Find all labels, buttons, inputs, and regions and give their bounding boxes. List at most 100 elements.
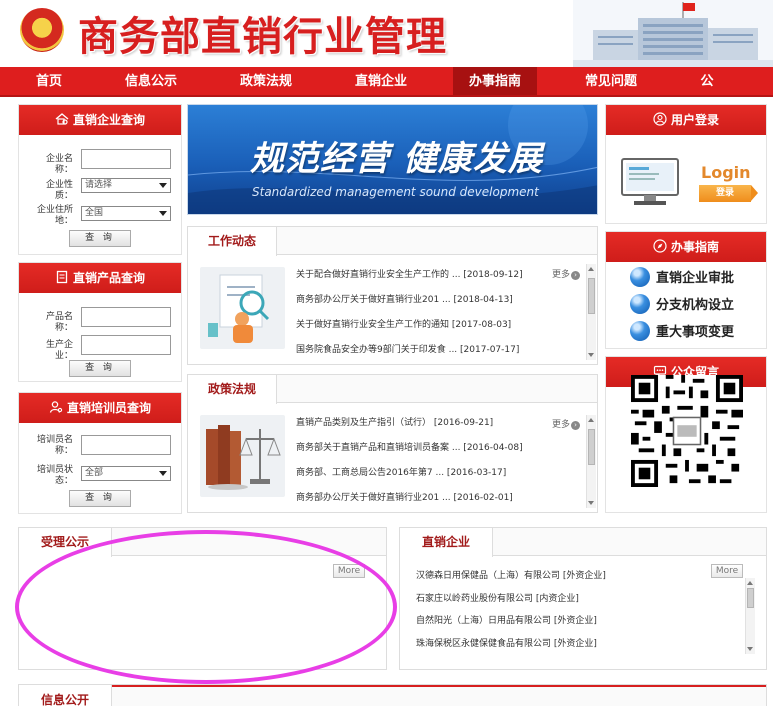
- guide-header: 办事指南: [606, 232, 766, 262]
- companies-list: 汉德森日用保健品（上海）有限公司 [外资企业] 石家庄以岭药业股份有限公司 [内…: [416, 565, 726, 655]
- trainer-name-label: 培训员名称：: [36, 435, 73, 456]
- guide-item-approval[interactable]: 直销企业审批: [630, 267, 734, 289]
- nav-item-policy[interactable]: 政策法规: [227, 67, 305, 95]
- nav-item-more[interactable]: 公: [690, 67, 724, 95]
- tab-work-news[interactable]: 工作动态: [188, 227, 278, 256]
- compass-icon: [653, 239, 667, 253]
- companies-scrollbar[interactable]: [745, 578, 755, 654]
- enterprise-type-label: 企业性质：: [45, 180, 73, 201]
- list-item[interactable]: 汉德森日用保健品（上海）有限公司 [外资企业]: [416, 565, 726, 588]
- globe-icon: [630, 294, 650, 314]
- work-news-list: 关于配合做好直销行业安全生产工作的 ... [2018-09-12] 商务部办公…: [296, 263, 576, 363]
- nav-item-info[interactable]: 信息公示: [112, 67, 190, 95]
- trainer-query-button[interactable]: 查 询: [69, 490, 131, 507]
- tab-acceptance[interactable]: 受理公示: [19, 528, 113, 557]
- nav-item-home[interactable]: 首页: [18, 67, 80, 95]
- user-login-header: 用户登录: [606, 105, 766, 135]
- trainer-query-header: 直销培训员查询: [19, 393, 181, 423]
- user-login-panel: 用户登录 Login 登录: [605, 104, 767, 224]
- list-item[interactable]: 关于做好直销行业安全生产工作的通知 [2017-08-03]: [296, 313, 576, 338]
- enterprise-type-select[interactable]: 请选择: [81, 178, 171, 193]
- list-item[interactable]: 商务部、工商总局公告2016年第7 ... [2016-03-17]: [296, 461, 576, 486]
- site-header: 商务部直销行业管理: [0, 0, 773, 67]
- list-item[interactable]: 珠海保税区永健保健食品有限公司 [外资企业]: [416, 633, 726, 656]
- enterprise-name-label: 企业名称：: [45, 154, 73, 175]
- guide-item-changes[interactable]: 重大事项变更: [630, 321, 734, 343]
- policy-news-list: 直销产品类别及生产指引（试行） [2016-09-21] 商务部关于直销产品和直…: [296, 411, 576, 511]
- main-nav: 首页 信息公示 政策法规 直销企业 办事指南 常见问题 公: [0, 67, 773, 97]
- nav-item-guide[interactable]: 办事指南: [453, 67, 537, 95]
- globe-icon: [630, 321, 650, 341]
- product-query-button[interactable]: 查 询: [69, 360, 131, 377]
- guide-panel: 办事指南 直销企业审批 分支机构设立 重大事项变更: [605, 231, 767, 349]
- companies-panel: 直销企业 More 汉德森日用保健品（上海）有限公司 [外资企业] 石家庄以岭药…: [399, 527, 767, 670]
- enterprise-location-value: 全国: [85, 208, 104, 218]
- trainer-status-value: 全部: [85, 468, 104, 478]
- enterprise-query-title: 直销企业查询: [72, 113, 145, 127]
- enterprise-query-panel: 直销企业查询 企业名称： 企业性质： 请选择 企业住所地： 全国 查 询: [18, 104, 182, 255]
- producer-label: 生产企业：: [45, 340, 73, 361]
- nav-item-faq[interactable]: 常见问题: [572, 67, 650, 95]
- document-icon: [56, 270, 68, 284]
- work-news-thumbnail: [200, 267, 285, 349]
- guide-item-label: 重大事项变更: [656, 325, 735, 340]
- national-emblem-icon: [20, 8, 64, 52]
- product-name-label: 产品名称：: [45, 312, 73, 333]
- producer-input[interactable]: [81, 335, 171, 355]
- public-message-panel: 公众留言: [605, 356, 767, 513]
- enterprise-name-input[interactable]: [81, 149, 171, 169]
- product-query-header: 直销产品查询: [19, 263, 181, 293]
- product-name-input[interactable]: [81, 307, 171, 327]
- enterprise-location-label: 企业住所地：: [36, 205, 73, 226]
- enterprise-query-button[interactable]: 查 询: [69, 230, 131, 247]
- site-title: 商务部直销行业管理: [78, 13, 447, 60]
- banner-slogan: 规范经营 健康发展: [250, 139, 543, 179]
- enterprise-type-value: 请选择: [85, 180, 113, 190]
- product-query-panel: 直销产品查询 产品名称： 生产企业： 查 询: [18, 262, 182, 382]
- work-news-panel: 工作动态 更多 › 关于配合做好直销行业安全生产工作的 ... [2018-09-…: [187, 226, 598, 365]
- list-item[interactable]: 关于配合做好直销行业安全生产工作的 ... [2018-09-12]: [296, 263, 576, 288]
- user-search-icon: [49, 401, 63, 413]
- guide-title: 办事指南: [670, 240, 719, 254]
- tab-info-open[interactable]: 信息公开: [19, 685, 113, 706]
- trainer-query-panel: 直销培训员查询 培训员名称： 培训员状态： 全部 查 询: [18, 392, 182, 514]
- tab-policy-news[interactable]: 政策法规: [188, 375, 278, 404]
- nav-item-enterprises[interactable]: 直销企业: [342, 67, 420, 95]
- login-button[interactable]: 登录: [699, 185, 758, 202]
- computer-monitor-icon: [621, 158, 679, 205]
- house-search-icon: [55, 113, 69, 125]
- info-open-panel: 信息公开: [18, 684, 767, 706]
- guide-item-label: 分支机构设立: [656, 298, 735, 313]
- user-login-title: 用户登录: [670, 113, 719, 127]
- product-query-title: 直销产品查询: [72, 271, 145, 285]
- policy-news-thumbnail: [200, 415, 285, 497]
- guide-item-branch[interactable]: 分支机构设立: [630, 294, 734, 316]
- hero-banner[interactable]: 规范经营 健康发展 Standardized management sound …: [187, 104, 598, 215]
- list-item[interactable]: 商务部办公厅关于做好直销行业201 ... [2018-04-13]: [296, 288, 576, 313]
- trainer-name-input[interactable]: [81, 435, 171, 455]
- policy-news-scrollbar[interactable]: [586, 415, 596, 508]
- user-icon: [653, 112, 667, 126]
- list-item[interactable]: 自然阳光（上海）日用品有限公司 [外资企业]: [416, 610, 726, 633]
- list-item[interactable]: 直销产品类别及生产指引（试行） [2016-09-21]: [296, 411, 576, 436]
- analysis-illustration-icon: [208, 274, 270, 343]
- list-item[interactable]: 商务部办公厅关于做好直销行业201 ... [2016-02-01]: [296, 486, 576, 511]
- trainer-query-title: 直销培训员查询: [66, 401, 151, 415]
- list-item[interactable]: 商务部关于直销产品和直销培训员备案 ... [2016-04-08]: [296, 436, 576, 461]
- acceptance-panel: 受理公示 More: [18, 527, 387, 670]
- qr-code[interactable]: [631, 375, 743, 487]
- law-books-scale-icon: [206, 425, 281, 490]
- tab-companies[interactable]: 直销企业: [400, 528, 494, 557]
- building-illustration: [573, 0, 773, 67]
- enterprise-location-select[interactable]: 全国: [81, 206, 171, 221]
- acceptance-more-button[interactable]: More: [333, 564, 365, 578]
- list-item[interactable]: 国务院食品安全办等9部门关于印发食 ... [2017-07-17]: [296, 338, 576, 363]
- trainer-status-select[interactable]: 全部: [81, 466, 171, 481]
- policy-news-panel: 政策法规 更多 › 直销产品类别及生产指引（试行） [2016-09-21] 商务…: [187, 374, 598, 513]
- trainer-status-label: 培训员状态：: [36, 465, 73, 486]
- globe-icon: [630, 267, 650, 287]
- enterprise-query-header: 直销企业查询: [19, 105, 181, 135]
- banner-slogan-en: Standardized management sound developmen…: [252, 185, 539, 199]
- list-item[interactable]: 石家庄以岭药业股份有限公司 [内资企业]: [416, 588, 726, 611]
- work-news-scrollbar[interactable]: [586, 264, 596, 360]
